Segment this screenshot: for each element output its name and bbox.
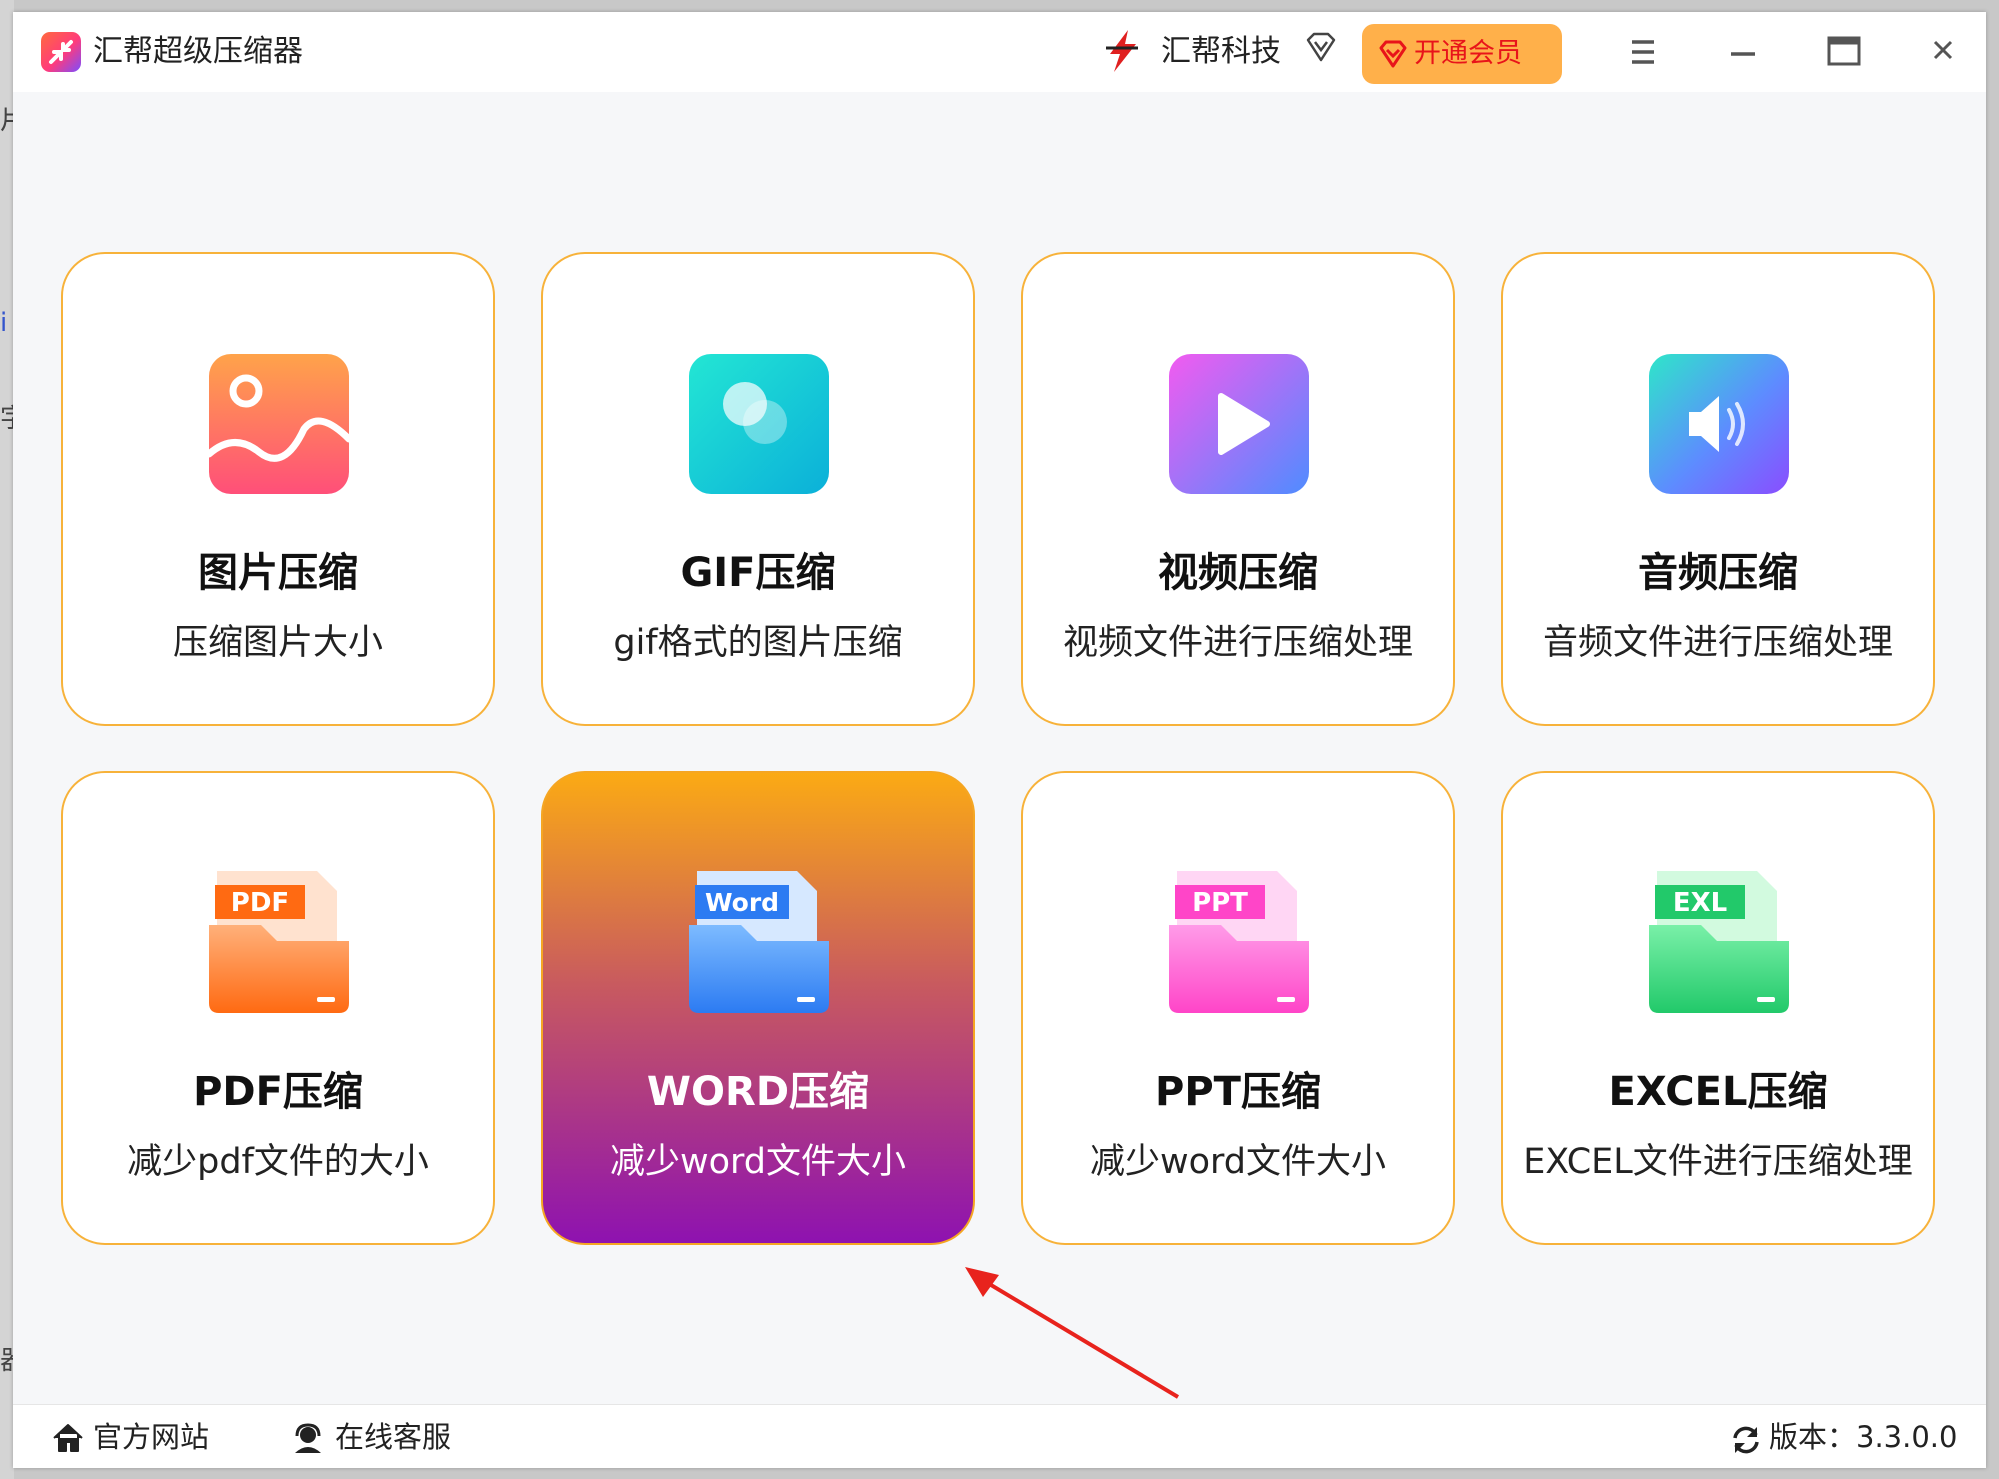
app-logo-icon [41, 32, 81, 72]
card-description: EXCEL文件进行压缩处理 [1523, 1142, 1913, 1182]
card-pdf-compress[interactable]: PDF PDF压缩 减少pdf文件的大小 [61, 771, 495, 1245]
refresh-icon [1733, 1426, 1759, 1454]
card-title: PPT压缩 [1155, 1069, 1321, 1115]
card-description: 视频文件进行压缩处理 [1062, 623, 1413, 663]
app-title: 汇帮超级压缩器 [93, 34, 303, 69]
title-bar: 汇帮超级压缩器 汇帮科技 开通会员 [13, 12, 1986, 92]
card-audio-compress[interactable]: 音频压缩 音频文件进行压缩处理 [1501, 252, 1935, 726]
card-description: 减少word文件大小 [609, 1142, 907, 1182]
card-word-compress[interactable]: Word WORD压缩 减少word文件大小 [541, 771, 975, 1245]
excel-folder-icon: EXL [1649, 871, 1789, 1013]
vip-diamond-icon [1379, 40, 1407, 68]
card-video-compress[interactable]: 视频压缩 视频文件进行压缩处理 [1021, 252, 1455, 726]
online-support-label: 在线客服 [335, 1420, 452, 1454]
ppt-badge-text: PPT [1192, 888, 1248, 918]
card-gif-compress[interactable]: GIF压缩 gif格式的图片压缩 [541, 252, 975, 726]
version-label: 版本：3.3.0.0 [1769, 1420, 1958, 1454]
background-window-edge: 片 i 字 器 [0, 0, 26, 1479]
card-title: 图片压缩 [198, 550, 358, 596]
menu-icon[interactable] [1613, 26, 1673, 78]
app-window: 汇帮超级压缩器 汇帮科技 开通会员 图片压缩 压缩图片大小 GIF压缩 gif格… [13, 12, 1986, 1468]
card-title: 音频压缩 [1638, 550, 1798, 596]
card-title: EXCEL压缩 [1608, 1069, 1828, 1115]
card-title: PDF压缩 [193, 1069, 363, 1115]
support-headset-icon [295, 1423, 321, 1453]
card-ppt-compress[interactable]: PPT PPT压缩 减少word文件大小 [1021, 771, 1455, 1245]
card-description: 压缩图片大小 [172, 623, 383, 663]
pdf-folder-icon: PDF [209, 871, 349, 1013]
brand-logo-icon [1106, 30, 1138, 72]
vip-button-label: 开通会员 [1414, 38, 1522, 69]
maximize-icon[interactable] [1813, 26, 1873, 78]
card-excel-compress[interactable]: EXL EXCEL压缩 EXCEL文件进行压缩处理 [1501, 771, 1935, 1245]
tool-grid: 图片压缩 压缩图片大小 GIF压缩 gif格式的图片压缩 视频压缩 视频文件进行… [13, 92, 1986, 1404]
official-website-link[interactable]: 官方网站 [51, 1405, 241, 1468]
card-description: 减少pdf文件的大小 [127, 1142, 429, 1182]
card-image-compress[interactable]: 图片压缩 压缩图片大小 [61, 252, 495, 726]
minimize-icon[interactable] [1713, 26, 1773, 78]
version-info[interactable]: 版本：3.3.0.0 [1729, 1405, 1959, 1468]
image-icon [205, 354, 353, 494]
diamond-icon[interactable] [1303, 30, 1339, 66]
ppt-folder-icon: PPT [1169, 871, 1309, 1013]
video-play-icon [1169, 354, 1309, 494]
home-icon [53, 1424, 83, 1452]
official-website-label: 官方网站 [93, 1420, 210, 1454]
gif-icon [689, 354, 829, 494]
card-title: WORD压缩 [646, 1069, 870, 1115]
brand-name: 汇帮科技 [1161, 34, 1281, 69]
online-support-link[interactable]: 在线客服 [291, 1405, 491, 1468]
status-footer: 官方网站 在线客服 版本：3.3.0.0 [13, 1404, 1986, 1468]
annotation-arrow [965, 1267, 1180, 1399]
card-description: 音频文件进行压缩处理 [1542, 623, 1893, 663]
word-badge-text: Word [705, 888, 779, 917]
card-description: 减少word文件大小 [1089, 1142, 1387, 1182]
close-icon[interactable] [1913, 26, 1973, 78]
speaker-icon [1649, 354, 1789, 494]
card-title: GIF压缩 [680, 550, 836, 596]
pdf-badge-text: PDF [231, 888, 289, 918]
excel-badge-text: EXL [1673, 888, 1727, 918]
vip-button[interactable]: 开通会员 [1362, 24, 1562, 84]
card-title: 视频压缩 [1158, 550, 1318, 596]
card-description: gif格式的图片压缩 [613, 623, 903, 663]
word-folder-icon: Word [689, 871, 829, 1013]
edge-glyph: i [0, 308, 8, 338]
